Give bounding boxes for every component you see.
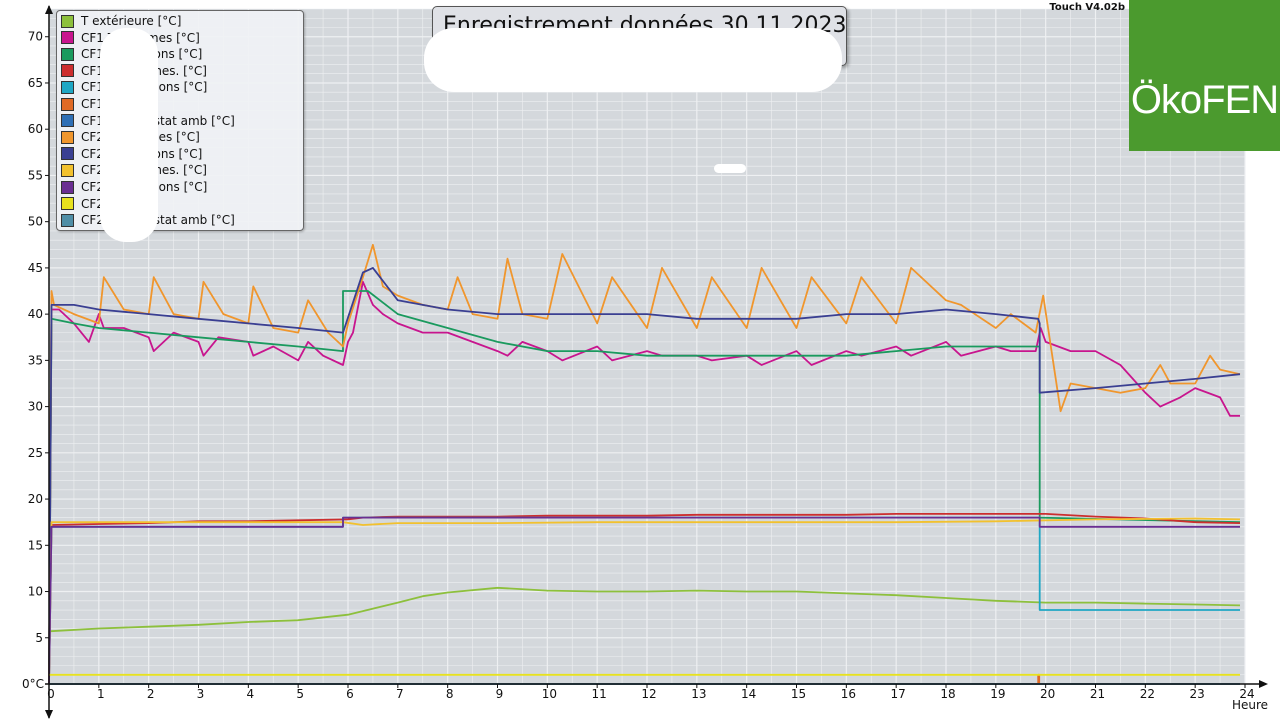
legend-swatch xyxy=(61,14,74,28)
y-tick-label: 50 xyxy=(28,215,43,229)
y-axis-arrow-down xyxy=(45,710,53,719)
y-tick-label: 60 xyxy=(28,122,43,136)
redaction-mark xyxy=(100,28,158,242)
x-tick-label: 4 xyxy=(247,687,255,701)
x-tick-label: 14 xyxy=(741,687,756,701)
legend-item: T extérieure [°C] xyxy=(61,13,181,29)
x-tick-label: 2 xyxy=(147,687,155,701)
x-tick-label: 8 xyxy=(446,687,454,701)
legend-swatch xyxy=(61,64,74,78)
x-tick-label: 23 xyxy=(1190,687,1205,701)
x-tick-label: 15 xyxy=(791,687,806,701)
legend-swatch xyxy=(61,180,74,194)
legend-swatch xyxy=(61,47,74,61)
y-tick-label: 20 xyxy=(28,492,43,506)
x-tick-label: 5 xyxy=(296,687,304,701)
x-tick-label: 0 xyxy=(47,687,55,701)
y-tick-label: 35 xyxy=(28,353,43,367)
y-tick-label: 40 xyxy=(28,307,43,321)
x-tick-label: 10 xyxy=(542,687,557,701)
legend-swatch xyxy=(61,213,74,227)
y-tick-label: 25 xyxy=(28,446,43,460)
y-tick-label: 45 xyxy=(28,261,43,275)
x-tick-label: 16 xyxy=(841,687,856,701)
legend-swatch xyxy=(61,163,74,177)
legend-swatch xyxy=(61,130,74,144)
redaction-mark xyxy=(714,164,746,173)
legend-label: T extérieure [°C] xyxy=(81,14,182,28)
x-tick-label: 12 xyxy=(641,687,656,701)
x-tick-label: 11 xyxy=(592,687,607,701)
legend-swatch xyxy=(61,80,74,94)
redaction-mark xyxy=(424,28,842,92)
x-tick-label: 18 xyxy=(940,687,955,701)
x-tick-label: 22 xyxy=(1140,687,1155,701)
y-tick-label: 65 xyxy=(28,76,43,90)
y-tick-label: 15 xyxy=(28,538,43,552)
x-tick-label: 17 xyxy=(891,687,906,701)
legend-swatch xyxy=(61,197,74,211)
legend-swatch xyxy=(61,31,74,45)
x-axis-arrow xyxy=(1259,680,1268,688)
version-label: Touch V4.02b xyxy=(1049,2,1125,13)
y-zero-label: 0°C xyxy=(22,677,44,691)
x-tick-label: 6 xyxy=(346,687,354,701)
x-tick-label: 3 xyxy=(197,687,205,701)
legend-swatch xyxy=(61,114,74,128)
y-tick-label: 70 xyxy=(28,30,43,44)
y-tick-label: 55 xyxy=(28,168,43,182)
legend-swatch xyxy=(61,97,74,111)
x-axis-label: Heure xyxy=(1232,698,1269,712)
x-tick-label: 7 xyxy=(396,687,404,701)
okofen-logo: ÖkoFEN xyxy=(1129,0,1280,151)
legend: T extérieure [°C]CF1 T Dep mes [°C]CF1 T… xyxy=(56,10,304,231)
x-tick-label: 9 xyxy=(496,687,504,701)
x-tick-label: 19 xyxy=(990,687,1005,701)
x-tick-label: 21 xyxy=(1090,687,1105,701)
x-tick-label: 1 xyxy=(97,687,105,701)
x-tick-label: 20 xyxy=(1040,687,1055,701)
y-tick-label: 30 xyxy=(28,400,43,414)
y-tick-label: 5 xyxy=(35,631,43,645)
y-tick-label: 10 xyxy=(28,585,43,599)
logo-text: ÖkoFEN xyxy=(1130,78,1279,122)
legend-swatch xyxy=(61,147,74,161)
x-tick-label: 13 xyxy=(691,687,706,701)
